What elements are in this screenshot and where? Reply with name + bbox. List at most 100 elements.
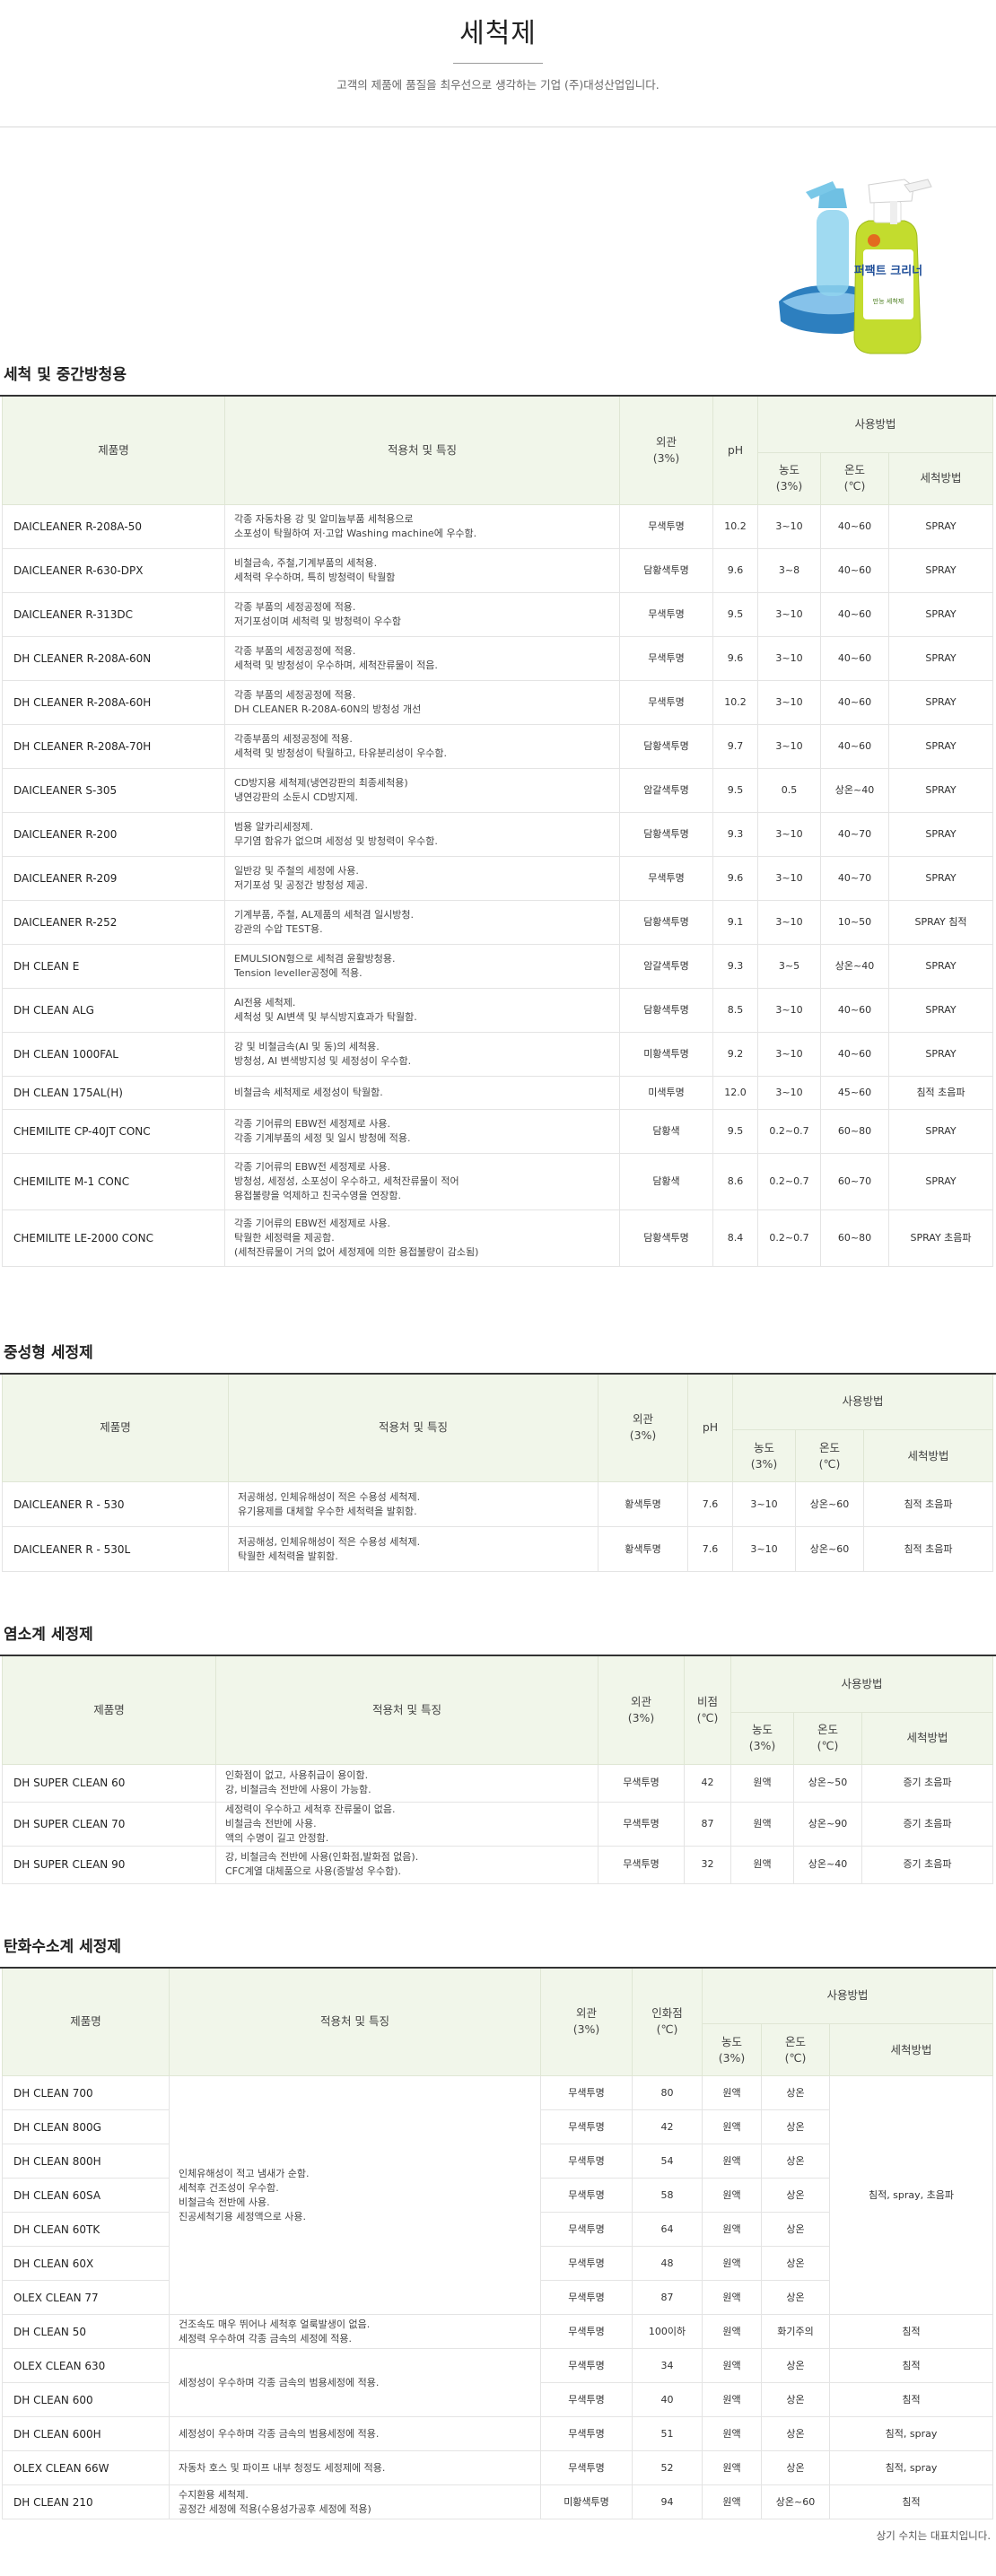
table-row: DH CLEANER R-208A-60H 각종 부품의 세정공정에 적용. DH… xyxy=(2,679,993,725)
temperature-cell: 60~70 xyxy=(820,1152,889,1210)
concentration-cell: 3~10 xyxy=(757,855,821,901)
product-table: 제품명 적용처 및 특징 외관 (3%) pH 사용방법 농도 (3%) 온도 (℃) 세척방… xyxy=(2,1374,993,1572)
method-cell: SPRAY xyxy=(888,503,993,549)
appearance-cell: 담황색투명 xyxy=(619,987,713,1033)
product-description: 비철금속, 주철,기계부품의 세척용. 세척력 우수하며, 특히 방청력이 탁월… xyxy=(224,547,620,593)
concentration-cell: 3~10 xyxy=(757,811,821,857)
concentration-cell: 3~10 xyxy=(757,1075,821,1110)
table-row: DH CLEANER R-208A-70H 각종부품의 세정공정에 적용. 세척력… xyxy=(2,723,993,769)
column-header: 세척방법 xyxy=(829,2023,993,2076)
column-header: pH xyxy=(687,1374,733,1482)
ph-cell: 7.6 xyxy=(687,1481,733,1527)
appearance-cell: 무색투명 xyxy=(598,1763,685,1803)
concentration-cell: 3~10 xyxy=(732,1481,796,1527)
concentration-cell: 원액 xyxy=(702,2314,762,2349)
temperature-cell: 상온 xyxy=(761,2382,830,2417)
table-row: CHEMILITE LE-2000 CONC 각종 기어류의 EBW전 세정제로 … xyxy=(2,1209,993,1267)
ph-cell: 9.5 xyxy=(712,591,758,637)
product-name: DAICLEANER R-209 xyxy=(2,855,225,901)
appearance-cell: 담황색투명 xyxy=(619,1209,713,1267)
concentration-cell: 원액 xyxy=(730,1801,794,1847)
appearance-cell: 무색투명 xyxy=(619,591,713,637)
method-cell: 침적, spray xyxy=(829,2416,993,2451)
column-header: 제품명 xyxy=(2,1968,170,2076)
temperature-cell: 상온 xyxy=(761,2109,830,2144)
table-row: DAICLEANER R-630-DPX 비철금속, 주철,기계부품의 세척용. … xyxy=(2,547,993,593)
column-header: 온도 (℃) xyxy=(795,1429,864,1482)
section-title: 염소계 세정제 xyxy=(4,1626,93,1644)
product-description: 각종 기어류의 EBW전 세정제로 사용. 탁월한 세정력을 제공함. (세척잔… xyxy=(224,1209,620,1267)
concentration-cell: 3~10 xyxy=(757,987,821,1033)
product-name: DH SUPER CLEAN 90 xyxy=(2,1845,216,1884)
title-underline xyxy=(453,63,543,64)
temperature-cell: 40~60 xyxy=(820,723,889,769)
appearance-cell: 담황색투명 xyxy=(619,899,713,945)
appearance-cell: 무색투명 xyxy=(598,1845,685,1884)
product-name: CHEMILITE LE-2000 CONC xyxy=(2,1209,225,1267)
temperature-cell: 상온 xyxy=(761,2280,830,2315)
temperature-cell: 40~60 xyxy=(820,679,889,725)
temperature-cell: 60~80 xyxy=(820,1108,889,1154)
concentration-cell: 원액 xyxy=(702,2075,762,2110)
temperature-cell: 상온 xyxy=(761,2348,830,2383)
column-header: 농도 (3%) xyxy=(757,451,821,505)
appearance-cell: 담황색투명 xyxy=(619,811,713,857)
appearance-cell: 담황색 xyxy=(619,1108,713,1154)
temperature-cell: 상온 xyxy=(761,2144,830,2179)
product-description: 강, 비철금속 전반에 사용(인화점,발화점 없음). CFC계열 대체품으로 … xyxy=(215,1845,598,1884)
ph-cell: 51 xyxy=(632,2416,703,2451)
appearance-cell: 담황색 xyxy=(619,1152,713,1210)
concentration-cell: 3~10 xyxy=(757,899,821,945)
column-header: 농도 (3%) xyxy=(732,1429,796,1482)
product-table: 제품명 적용처 및 특징 외관 (3%) 인화점 (℃) 사용방법 농도 (3%) 온도 (… xyxy=(2,1968,993,2519)
method-cell: SPRAY xyxy=(888,1031,993,1077)
section-3: 염소계 세정제제품명 적용처 및 특징 외관 (3%) 비점 (℃) 사용방법 농도 (3… xyxy=(0,1624,996,1884)
column-header: 세척방법 xyxy=(888,451,993,505)
column-header: 외관 (3%) xyxy=(540,1968,633,2076)
product-name: OLEX CLEAN 66W xyxy=(2,2450,170,2485)
appearance-cell: 무색투명 xyxy=(540,2144,633,2179)
appearance-cell: 무색투명 xyxy=(540,2246,633,2281)
product-name: DAICLEANER R-200 xyxy=(2,811,225,857)
ph-cell: 9.3 xyxy=(712,811,758,857)
product-table: 제품명 적용처 및 특징 외관 (3%) 비점 (℃) 사용방법 농도 (3%) 온도 (℃… xyxy=(2,1656,993,1884)
table-row: DH SUPER CLEAN 60 인화점이 없고, 사용취급이 용이함. 강, … xyxy=(2,1763,993,1803)
appearance-cell: 황색투명 xyxy=(598,1526,688,1572)
appearance-cell: 담황색투명 xyxy=(619,723,713,769)
ph-cell: 10.2 xyxy=(712,679,758,725)
method-cell: 증기 초음파 xyxy=(861,1763,993,1803)
ph-cell: 9.6 xyxy=(712,547,758,593)
page-title: 세척제 xyxy=(459,18,537,49)
appearance-cell: 황색투명 xyxy=(598,1481,688,1527)
product-description: 세정력이 우수하고 세척후 잔류물이 없음. 비철금속 전반에 사용. 액의 수… xyxy=(215,1801,598,1847)
temperature-cell: 상온~60 xyxy=(795,1481,864,1527)
column-header: 비점 (℃) xyxy=(684,1656,731,1765)
product-description: 각종 부품의 세정공정에 적용. 저기포성이며 세척력 및 방청력이 우수함 xyxy=(224,591,620,637)
column-header: 적용처 및 특징 xyxy=(228,1374,598,1482)
method-cell: 침적, spray xyxy=(829,2450,993,2485)
temperature-cell: 40~60 xyxy=(820,635,889,681)
temperature-cell: 40~60 xyxy=(820,503,889,549)
concentration-cell: 원액 xyxy=(702,2450,762,2485)
product-name: DH CLEAN 50 xyxy=(2,2314,170,2349)
product-name: DAICLEANER R - 530L xyxy=(2,1526,229,1572)
appearance-cell: 무색투명 xyxy=(619,679,713,725)
column-header: 온도 (℃) xyxy=(820,451,889,505)
product-sections: 세척 및 중간방청용 제품명 적용처 및 특징 외관 (3%) pH 사용방법 농도 (3%… xyxy=(0,364,996,2519)
table-row: OLEX CLEAN 66W 자동차 호스 및 파이프 내부 청정도 세정제에 적… xyxy=(2,2450,993,2485)
temperature-cell: 상온 xyxy=(761,2212,830,2247)
ph-cell: 32 xyxy=(684,1845,731,1884)
temperature-cell: 화기주의 xyxy=(761,2314,830,2349)
table-row: DH CLEAN 210 수지환용 세척제. 공정간 세정에 적용(수용성가공후 … xyxy=(2,2484,993,2519)
column-header: 적용처 및 특징 xyxy=(224,397,620,505)
product-name: DH CLEAN 60SA xyxy=(2,2178,170,2213)
product-description: 기계부품, 주철, AL제품의 세척겸 일시방청. 강관의 수압 TEST용. xyxy=(224,899,620,945)
product-name: CHEMILITE CP-40JT CONC xyxy=(2,1108,225,1154)
table-row: OLEX CLEAN 630 세정성이 우수하며 각종 금속의 범용세정에 적용.… xyxy=(2,2348,993,2417)
method-cell: 침적 xyxy=(829,2382,993,2417)
temperature-cell: 40~60 xyxy=(820,1031,889,1077)
product-name: DH CLEAN 800H xyxy=(2,2144,170,2179)
method-cell: SPRAY xyxy=(888,855,993,901)
appearance-cell: 무색투명 xyxy=(540,2348,633,2383)
product-description: 인체유해성이 적고 냄새가 순함. 세척후 건조성이 우수함. 비철금속 전반에… xyxy=(169,2075,541,2315)
